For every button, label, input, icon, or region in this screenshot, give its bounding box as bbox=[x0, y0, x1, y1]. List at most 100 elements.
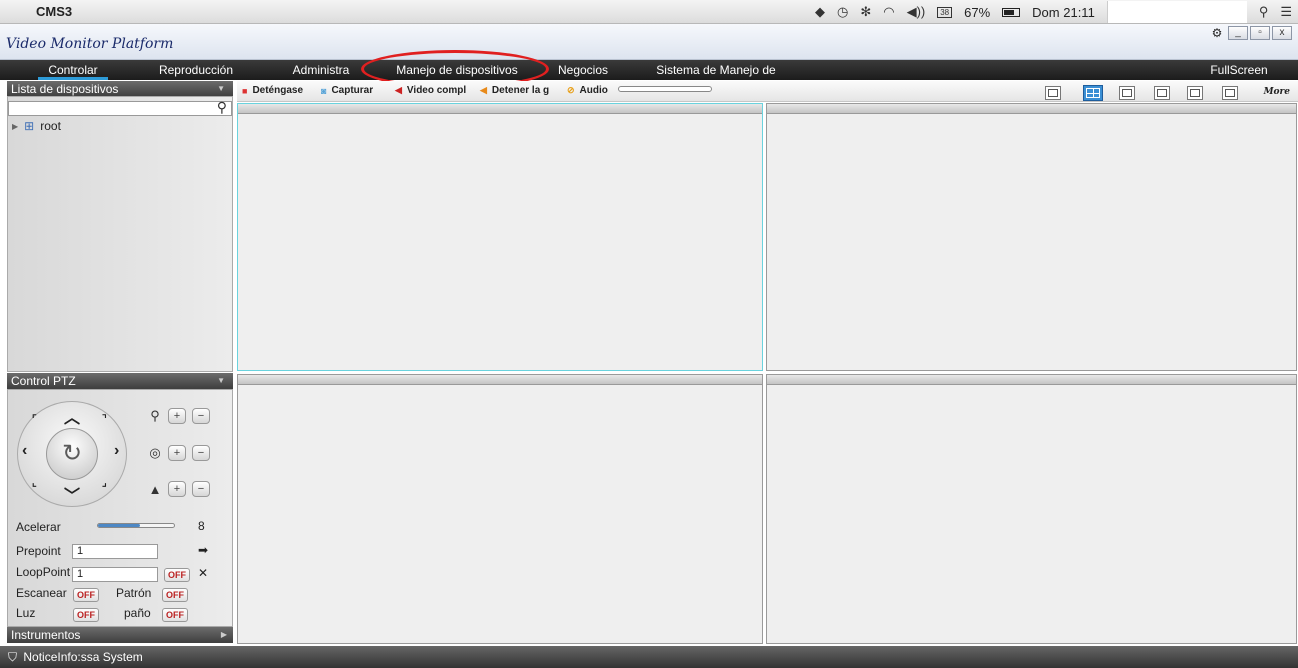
stop-button[interactable]: ■ Deténgase bbox=[242, 85, 303, 96]
search-icon[interactable]: ⚲ bbox=[217, 99, 227, 116]
ptz-up-icon[interactable]: ︿ bbox=[64, 404, 80, 428]
escanear-label: Escanear bbox=[16, 586, 67, 600]
ptz-downleft-icon[interactable]: ⌞ bbox=[32, 478, 37, 489]
status-bar: ⛉ NoticeInfo:ssa System bbox=[0, 646, 1298, 668]
ptz-downright-icon[interactable]: ⌟ bbox=[102, 478, 107, 489]
go-arrow-icon[interactable]: ➡ bbox=[198, 543, 208, 557]
device-list-header[interactable]: Lista de dispositivos ▼ bbox=[7, 81, 233, 97]
ptz-right-icon[interactable]: › bbox=[114, 442, 119, 460]
audio-button[interactable]: ⊘ Audio bbox=[567, 85, 608, 96]
iris-row: ▲ + − bbox=[148, 481, 210, 497]
record-button[interactable]: ◀ Video compl bbox=[395, 85, 466, 96]
close-button[interactable]: x bbox=[1272, 26, 1292, 40]
restore-button[interactable]: ▫ bbox=[1250, 26, 1270, 40]
network-tree-icon: ⊞ bbox=[24, 119, 35, 133]
video-window-1[interactable] bbox=[237, 103, 763, 371]
device-search-input[interactable] bbox=[8, 101, 232, 116]
tools-icon[interactable]: ✕ bbox=[198, 566, 208, 580]
nav-reproduccion[interactable]: Reproducción bbox=[155, 60, 237, 80]
bluetooth-icon[interactable]: ✻ bbox=[860, 4, 871, 20]
ptz-upright-icon[interactable]: ⌝ bbox=[102, 414, 107, 425]
wifi-icon[interactable]: ◠ bbox=[883, 4, 894, 20]
layout-16-icon bbox=[1225, 89, 1235, 97]
expand-caret-icon[interactable]: ▶ bbox=[221, 627, 227, 643]
pano-label: paño bbox=[124, 606, 151, 620]
iris-minus-button[interactable]: − bbox=[192, 481, 210, 497]
calendar-icon[interactable]: 38 bbox=[937, 6, 953, 18]
layout-16-button[interactable] bbox=[1222, 86, 1238, 100]
more-button[interactable]: More bbox=[1264, 87, 1290, 97]
clock[interactable]: Dom 21:11 bbox=[1032, 5, 1095, 20]
video-window-4[interactable] bbox=[766, 374, 1297, 644]
nav-negocios[interactable]: Negocios bbox=[553, 60, 613, 80]
minimize-button[interactable]: _ bbox=[1228, 26, 1248, 40]
expand-arrow-icon[interactable]: ▶ bbox=[12, 122, 18, 131]
wrench-icon[interactable]: ⚙ bbox=[1208, 26, 1226, 40]
spotlight-icon[interactable]: ⚲ bbox=[1259, 4, 1269, 20]
volume-icon[interactable]: ◀)) bbox=[907, 4, 926, 20]
luz-label: Luz bbox=[16, 606, 36, 620]
layout-1-button[interactable] bbox=[1045, 86, 1061, 100]
audio-label: Audio bbox=[579, 85, 608, 96]
stop-record-icon: ◀ bbox=[480, 85, 487, 95]
mac-menubar: CMS3 ◆ ◷ ✻ ◠ ◀)) 38 67% Dom 21:11 ⚲ ☰ bbox=[0, 0, 1298, 24]
fullscreen-button[interactable]: FullScreen bbox=[1203, 60, 1275, 80]
focus-plus-button[interactable]: + bbox=[168, 445, 186, 461]
stop-record-button[interactable]: ◀ Detener la g bbox=[480, 85, 549, 96]
nav-controlar[interactable]: Controlar bbox=[38, 60, 108, 80]
iris-plus-button[interactable]: + bbox=[168, 481, 186, 497]
collapse-caret-icon[interactable]: ▼ bbox=[217, 373, 225, 389]
video-window-titlebar bbox=[767, 104, 1296, 114]
speed-slider[interactable] bbox=[97, 523, 175, 528]
escanear-off-toggle[interactable]: OFF bbox=[73, 588, 99, 602]
capture-button[interactable]: ◙ Capturar bbox=[321, 85, 373, 96]
layout-4-button[interactable] bbox=[1083, 85, 1103, 101]
ptz-title: Control PTZ bbox=[11, 374, 76, 388]
device-list-title: Lista de dispositivos bbox=[11, 82, 119, 96]
ptz-auto-rotate-icon[interactable]: ↻ bbox=[46, 428, 98, 480]
collapse-caret-icon[interactable]: ▼ bbox=[217, 81, 225, 97]
time-machine-icon[interactable]: ◷ bbox=[837, 4, 848, 20]
layout-6-button[interactable] bbox=[1119, 86, 1135, 100]
main-nav: Controlar Reproducción Administra Manejo… bbox=[0, 60, 1298, 80]
speed-value: 8 bbox=[198, 519, 205, 533]
focus-minus-button[interactable]: − bbox=[192, 445, 210, 461]
layout-8-button[interactable] bbox=[1154, 86, 1170, 100]
video-window-2[interactable] bbox=[766, 103, 1297, 371]
instruments-header[interactable]: Instrumentos ▶ bbox=[7, 627, 233, 643]
record-icon: ◀ bbox=[395, 85, 402, 95]
notification-center-icon[interactable]: ☰ bbox=[1280, 4, 1292, 20]
record-label: Video compl bbox=[406, 85, 467, 96]
battery-percent[interactable]: 67% bbox=[964, 5, 990, 20]
ptz-upleft-icon[interactable]: ⌜ bbox=[32, 414, 37, 425]
tree-item-label: root bbox=[40, 119, 61, 133]
zoom-in-button[interactable]: + bbox=[168, 408, 186, 424]
nav-manejo-de-dispositivos[interactable]: Manejo de dispositivos bbox=[382, 60, 532, 80]
patron-off-toggle[interactable]: OFF bbox=[162, 588, 188, 602]
dropbox-icon[interactable]: ◆ bbox=[815, 4, 825, 20]
nav-administra[interactable]: Administra bbox=[288, 60, 354, 80]
speed-slider-fill bbox=[98, 524, 140, 527]
ptz-down-icon[interactable]: ﹀ bbox=[64, 482, 80, 506]
luz-off-toggle[interactable]: OFF bbox=[73, 608, 99, 622]
ptz-direction-pad: ︿ ﹀ ‹ › ⌜ ⌝ ⌞ ⌟ ↻ bbox=[17, 401, 127, 507]
tree-item-root[interactable]: ▶ ⊞ root bbox=[12, 119, 61, 133]
looppoint-off-toggle[interactable]: OFF bbox=[164, 568, 190, 582]
ptz-header[interactable]: Control PTZ ▼ bbox=[7, 373, 233, 389]
looppoint-input[interactable]: 1 bbox=[72, 567, 158, 582]
layout-9-button[interactable] bbox=[1187, 86, 1203, 100]
pano-off-toggle[interactable]: OFF bbox=[162, 608, 188, 622]
layout-6-icon bbox=[1122, 89, 1132, 97]
layout-4-icon bbox=[1086, 88, 1100, 98]
prepoint-input[interactable]: 1 bbox=[72, 544, 158, 559]
app-menu-name[interactable]: CMS3 bbox=[36, 4, 72, 19]
battery-icon[interactable] bbox=[1002, 7, 1021, 17]
status-text: NoticeInfo:ssa System bbox=[23, 650, 143, 664]
video-toolbar: ■ Deténgase ◙ Capturar ◀ Video compl ◀ D… bbox=[237, 81, 1298, 102]
zoom-out-button[interactable]: − bbox=[192, 408, 210, 424]
iris-icon: ▲ bbox=[148, 481, 162, 497]
ptz-left-icon[interactable]: ‹ bbox=[22, 442, 27, 460]
nav-sistema-de-manejo[interactable]: Sistema de Manejo de bbox=[648, 60, 784, 80]
volume-slider[interactable] bbox=[618, 86, 712, 92]
video-window-3[interactable] bbox=[237, 374, 763, 644]
